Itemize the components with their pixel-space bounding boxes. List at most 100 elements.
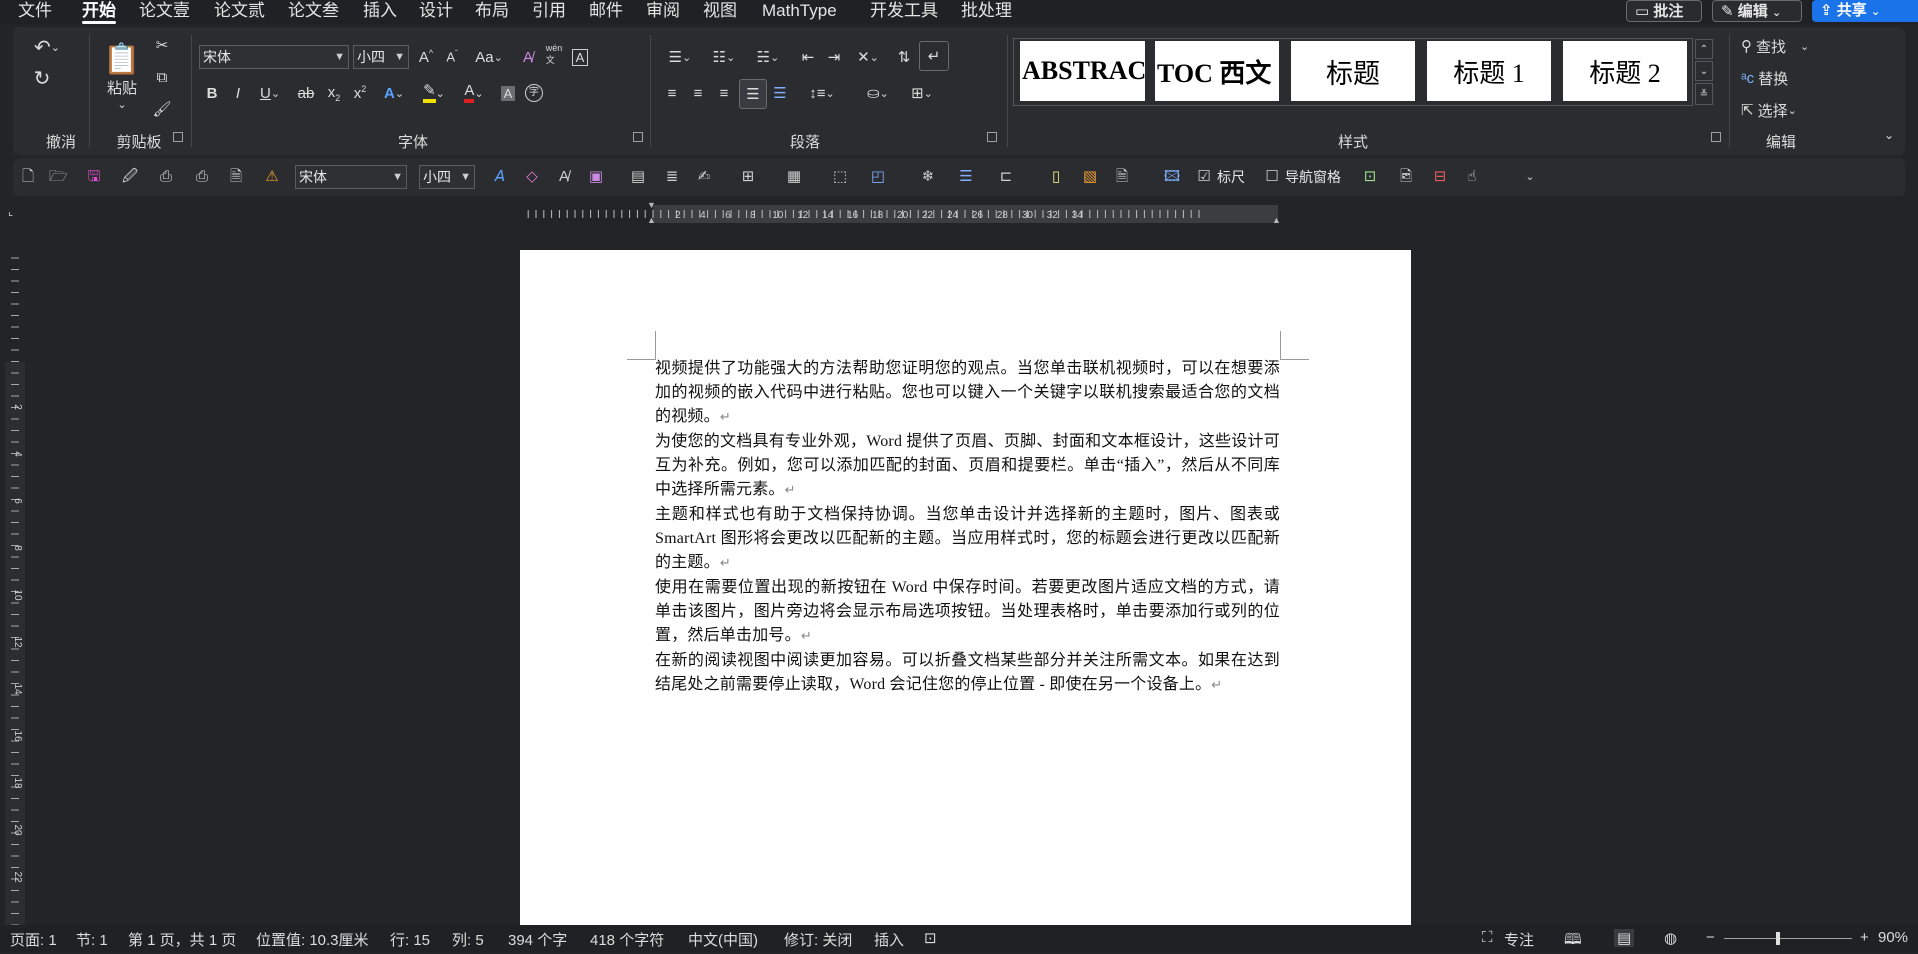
paragraph[interactable]: 在新的阅读视图中阅读更加容易。可以折叠文档某些部分并关注所需文本。如果在达到结尾… [655,649,1280,698]
bullets-button[interactable]: ☰ ⌄ [661,45,699,69]
italic-button[interactable]: I [227,81,249,105]
image-text-icon[interactable]: ▣ [587,168,605,186]
status-language[interactable]: 中文(中国) [688,929,758,950]
grow-font-button[interactable]: A^ [415,45,437,69]
style-abstract[interactable]: ABSTRAC [1020,41,1145,101]
tab-insert[interactable]: 插入 [363,0,397,24]
open-folder-icon[interactable]: 🗁 [49,168,68,186]
print-preview-icon[interactable]: ⎙ [193,168,211,186]
copy-button[interactable]: ⧉ [151,67,173,87]
tab-batch[interactable]: 批处理 [961,0,1012,24]
styles-scroll-up[interactable]: ⌃ [1695,39,1713,59]
snowflake-icon[interactable]: ❄ [919,168,937,186]
sort-button[interactable]: ⇅ [893,45,915,69]
replace-button[interactable]: ᵃc 替换 [1741,67,1821,89]
highlight-button[interactable]: ✎ ⌄ [417,81,451,105]
tab-file[interactable]: 文件 [18,0,52,24]
zoom-slider-thumb[interactable] [1776,932,1780,945]
paragraph-launcher-icon[interactable] [987,132,997,142]
status-page-of[interactable]: 第 1 页，共 1 页 [128,929,236,950]
paste-button[interactable]: 📋 粘贴 ⌄ [99,35,145,119]
italic-a-icon[interactable]: 𝘈 [491,168,509,186]
status-position[interactable]: 位置值: 10.3厘米 [256,929,369,950]
align-left-button[interactable]: ≡ [661,81,683,105]
table-style-icon[interactable]: ▦ [785,168,803,186]
warning-icon[interactable]: ⚠ [263,168,281,186]
tab-paper-2[interactable]: 论文贰 [214,0,265,24]
document-icon[interactable]: 🗎 [1113,168,1131,186]
align-right-button[interactable]: ≡ [713,81,735,105]
paragraph[interactable]: 使用在需要位置出现的新按钮在 Word 中保存时间。若要更改图片适应文档的方式，… [655,576,1280,649]
web-layout-icon[interactable]: ◍ [1664,929,1677,947]
styles-launcher-icon[interactable] [1711,132,1721,142]
undo-button[interactable]: ↶ ⌄ [27,35,67,59]
tab-view[interactable]: 视图 [703,0,737,24]
tab-references[interactable]: 引用 [532,0,566,24]
ruler-checkbox-icon[interactable]: ☑ [1195,168,1213,186]
table-icon[interactable]: ⊞ [739,168,757,186]
redo-button[interactable]: ↻ [27,65,57,91]
multilevel-list-button[interactable]: ☵ ⌄ [749,45,787,69]
new-document-icon[interactable]: 🗋 [19,168,37,186]
increase-indent-button[interactable]: ⇥ [823,45,845,69]
clear-format-button[interactable]: A̸ [517,45,539,69]
find-button[interactable]: ⚲ 查找 ⌄ [1741,35,1827,57]
document-body[interactable]: 视频提供了功能强大的方法帮助您证明您的观点。当您单击联机视频时，可以在想要添加的… [655,357,1280,698]
first-line-indent-marker[interactable]: ▼ [647,200,659,210]
page-setup-icon[interactable]: ▤ [629,168,647,186]
comments-button[interactable]: ▭ 批注 [1626,0,1702,22]
status-insert-mode[interactable]: 插入 [874,929,904,950]
style-heading[interactable]: 标题 [1291,41,1415,101]
zoom-in-button[interactable]: + [1860,929,1869,946]
line-spacing-button[interactable]: ↕≡ ⌄ [803,81,841,105]
shapes-icon[interactable]: ◰ [869,168,887,186]
distributed-button[interactable]: ☰ [769,81,791,105]
list-format-icon[interactable]: ☰ [957,168,975,186]
copy-format-icon[interactable]: ▧ [1081,168,1099,186]
select-button[interactable]: ⇱ 选择 ⌄ [1741,99,1821,121]
text-box-icon[interactable]: ⬚ [831,168,849,186]
paragraph[interactable]: 主题和样式也有助于文档保持协调。当您单击设计并选择新的主题时，图片、图表或 Sm… [655,503,1280,576]
strikethrough-button[interactable]: ab [293,81,319,105]
styles-more[interactable]: ≚ [1695,83,1713,105]
editing-mode-button[interactable]: ✎ 编辑 ⌄ [1712,0,1802,22]
signature-icon[interactable]: ✍ [695,168,713,186]
collapse-ribbon-button[interactable]: ⌄ [1881,127,1897,143]
focus-icon[interactable]: ⛶ [1482,929,1493,946]
tab-paper-1[interactable]: 论文壹 [139,0,190,24]
clipboard-launcher-icon[interactable] [173,132,183,142]
style-toc[interactable]: TOC 西文 [1155,41,1279,101]
status-section[interactable]: 节: 1 [76,929,108,950]
picture-icon[interactable]: 🖾 [1163,168,1181,186]
print-layout-icon[interactable]: ▤ [1614,929,1635,947]
character-shading-button[interactable]: A [497,81,519,105]
text-effects-button[interactable]: A ⌄ [377,81,411,105]
page-break-icon[interactable]: ⊏ [997,168,1015,186]
tab-mathtype[interactable]: MathType [762,0,837,24]
paragraph[interactable]: 为使您的文档具有专业外观，Word 提供了页眉、页脚、封面和文本框设计，这些设计… [655,430,1280,503]
macro-record-icon[interactable]: ⊡ [924,929,937,947]
delete-table-icon[interactable]: ⊟ [1431,168,1449,186]
tab-paper-3[interactable]: 论文叁 [288,0,339,24]
superscript-button[interactable]: x2 [349,81,371,105]
save-as-icon[interactable]: 🖉 [121,168,139,186]
print-icon[interactable]: ⎙ [157,168,175,186]
character-border-button[interactable]: A [569,45,591,69]
tab-mailings[interactable]: 邮件 [589,0,623,24]
status-line[interactable]: 行: 15 [390,929,430,950]
eraser-icon[interactable]: ◇ [523,168,541,186]
numbering-button[interactable]: ☷ ⌄ [705,45,743,69]
customize-toolbar-icon[interactable]: ⌄ [1521,168,1539,186]
tab-design[interactable]: 设计 [419,0,453,24]
qt-font-size-select[interactable]: 小四 ▼ [419,165,475,189]
screenshot-icon[interactable]: 🖻 [1397,168,1415,186]
left-indent-marker[interactable]: ▲ [647,215,659,225]
style-heading-2[interactable]: 标题 2 [1563,41,1687,101]
font-name-select[interactable]: 宋体 ▼ [199,45,349,69]
status-char-count[interactable]: 418 个字符 [590,929,664,950]
tab-layout[interactable]: 布局 [475,0,509,24]
tab-home[interactable]: 开始 [82,0,116,24]
nav-pane-checkbox-icon[interactable]: ☐ [1263,168,1281,186]
chinese-layout-button[interactable]: ✕ ⌄ [849,45,887,69]
paragraph[interactable]: 视频提供了功能强大的方法帮助您证明您的观点。当您单击联机视频时，可以在想要添加的… [655,357,1280,430]
